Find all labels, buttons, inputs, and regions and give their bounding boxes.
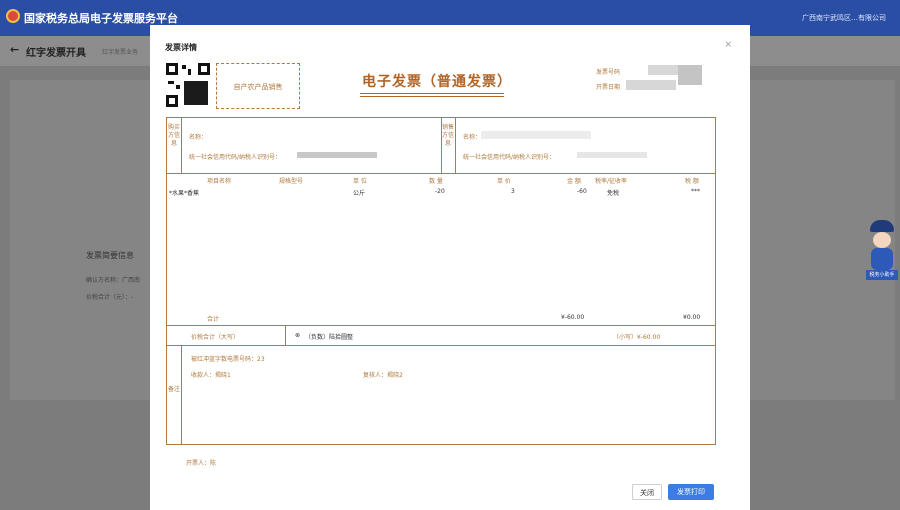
invoice-body: 购买方信息 销售方信息 名称： 统一社会信用代码/纳税人识别号： 名称： 统一社…	[166, 117, 716, 445]
item-quantity: -20	[435, 188, 445, 195]
print-invoice-button[interactable]: 发票打印	[668, 484, 714, 500]
total-label: 合计	[207, 316, 220, 323]
close-icon[interactable]: ×	[724, 40, 732, 50]
redacted-buyer-tax-id	[297, 152, 377, 158]
app-title: 国家税务总局电子发票服务平台	[24, 12, 178, 25]
redacted-block	[678, 65, 702, 85]
company-name[interactable]: 广西南宁武鸣区…有限公司	[802, 13, 886, 23]
header-item-name: 项目名称	[207, 178, 232, 185]
summary-line-buyer: 确认方名称：广西南	[86, 277, 141, 284]
grand-total-words: （负数）陆拾圆整	[305, 334, 354, 341]
seller-section-label: 销售方信息	[442, 124, 455, 147]
total-tax: ¥0.00	[683, 314, 701, 321]
seller-name-label: 名称：	[463, 134, 482, 141]
grand-total-label: 价税合计（大写）	[191, 334, 240, 341]
buyer-section-label: 购买方信息	[168, 124, 181, 147]
header-tax-rate: 税率/征收率	[595, 178, 628, 185]
back-arrow-icon[interactable]: ←	[10, 43, 19, 56]
mascot-label: 税务小助手	[866, 270, 898, 280]
header-spec: 规格型号	[279, 178, 304, 185]
buyer-name-label: 名称：	[189, 134, 208, 141]
item-tax: ***	[691, 188, 700, 195]
assistant-mascot-icon[interactable]: 税务小助手	[866, 220, 898, 280]
qr-code-icon	[166, 63, 210, 107]
title-underline-2	[360, 96, 504, 97]
invoice-number-label: 发票号码	[596, 69, 621, 76]
invoice-title: 电子发票（普通发票）	[362, 74, 512, 90]
header-amount: 金 额	[567, 178, 581, 185]
header-unit: 单 位	[353, 178, 367, 185]
remark-payee: 收款人：揭晓1	[191, 372, 231, 379]
remarks-label: 备注	[168, 386, 181, 393]
header-tax: 税 额	[685, 178, 699, 185]
item-amount: -60	[577, 188, 587, 195]
invoice-detail-modal: 发票详情 × 自产农产品销售 电子发票（普通发票） 发票号码 开票日期 购买方信…	[150, 25, 750, 510]
close-button[interactable]: 关闭	[632, 484, 662, 500]
breadcrumb[interactable]: 红字发票业务	[102, 47, 138, 56]
grand-total-small: （小写）¥-60.00	[613, 334, 661, 341]
remark-reviewer: 复核人：揭晓2	[363, 372, 403, 379]
item-unit-price: 3	[511, 188, 515, 195]
remark-original-invoice: 被红冲蓝字数电票号码：23	[191, 356, 265, 363]
total-amount: ¥-60.00	[561, 314, 585, 321]
summary-line-total: 价税合计（元）：-	[86, 294, 134, 301]
issuer-value: 陈	[210, 460, 217, 467]
redacted-seller-tax-id	[577, 152, 647, 158]
title-underline	[360, 93, 504, 94]
modal-title: 发票详情	[165, 43, 197, 52]
issuer-field: 开票人：陈	[186, 458, 216, 467]
item-tax-rate: 免税	[607, 190, 620, 197]
header-unit-price: 单 价	[497, 178, 511, 185]
section-title: 发票简要信息	[86, 251, 134, 260]
item-name: *水果*香蕉	[169, 190, 200, 197]
tax-emblem-icon	[6, 9, 20, 23]
seller-tax-id-label: 统一社会信用代码/纳税人识别号：	[463, 154, 556, 161]
negative-mark-icon: ⊗	[295, 332, 301, 339]
redacted-invoice-date	[626, 80, 676, 90]
invoice-date-label: 开票日期	[596, 84, 621, 91]
stamp-text: 自产农产品销售	[233, 83, 283, 91]
buyer-tax-id-label: 统一社会信用代码/纳税人识别号：	[189, 154, 282, 161]
header-quantity: 数 量	[429, 178, 443, 185]
page-title: 红字发票开具	[26, 48, 86, 59]
agricultural-sale-stamp: 自产农产品销售	[216, 63, 300, 109]
item-unit: 公斤	[353, 190, 366, 197]
issuer-label: 开票人：	[186, 460, 211, 467]
redacted-seller-name	[481, 131, 591, 139]
